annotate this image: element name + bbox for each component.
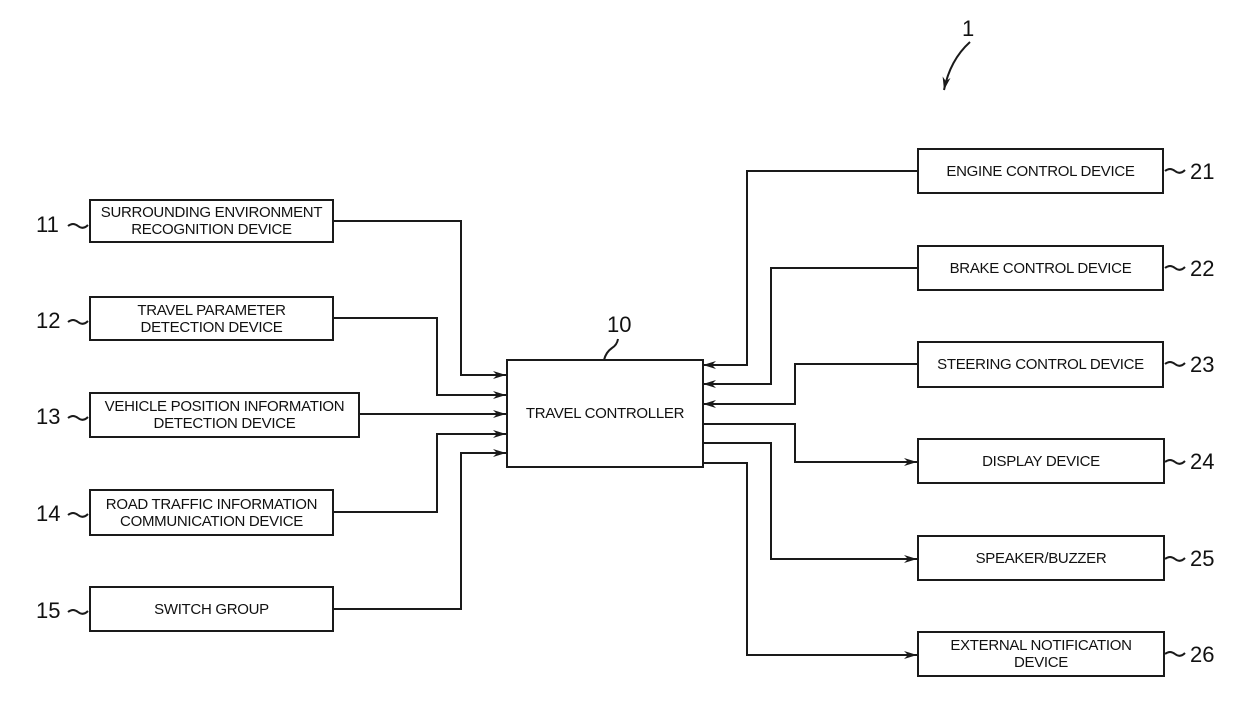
output-ref-21: 21 <box>1190 159 1215 184</box>
leader-24 <box>1164 459 1186 465</box>
leader-23 <box>1164 361 1186 367</box>
output-ref-25: 25 <box>1190 546 1215 571</box>
leader-26 <box>1164 651 1186 657</box>
leader-21 <box>1164 168 1186 174</box>
engine-control-device-block: ENGINE CONTROL DEVICE <box>917 148 1164 194</box>
travel-parameter-detection-device-block: TRAVEL PARAMETER DETECTION DEVICE <box>89 296 334 341</box>
leader-15 <box>67 609 89 615</box>
output-ref-26: 26 <box>1190 642 1215 667</box>
input-ref-11: 11 <box>36 212 59 237</box>
controller-ref-label: 10 <box>607 312 632 337</box>
brake-control-device-block: BRAKE CONTROL DEVICE <box>917 245 1164 291</box>
figure-ref-label: 1 <box>962 16 975 41</box>
surrounding-environment-recognition-device-block: SURROUNDING ENVIRONMENT RECOGNITION DEVI… <box>89 199 334 243</box>
road-traffic-information-communication-device-block: ROAD TRAFFIC INFORMATION COMMUNICATION D… <box>89 489 334 536</box>
connector-15-to-10 <box>333 449 506 610</box>
output-ref-23: 23 <box>1190 352 1215 377</box>
vehicle-position-information-detection-device-block: VEHICLE POSITION INFORMATION DETECTION D… <box>89 392 360 438</box>
travel-controller-block: TRAVEL CONTROLLER <box>506 359 704 468</box>
leader-14 <box>67 512 89 518</box>
input-ref-15: 15 <box>36 598 61 623</box>
leader-10 <box>603 338 619 361</box>
figure-arrow <box>942 41 971 91</box>
leader-13 <box>67 415 89 421</box>
connector-11-to-10 <box>333 220 506 379</box>
leader-22 <box>1164 265 1186 271</box>
leader-12 <box>67 319 89 325</box>
speaker-buzzer-block: SPEAKER/BUZZER <box>917 535 1165 581</box>
input-ref-12: 12 <box>36 308 61 333</box>
connector-14-to-10 <box>333 430 506 513</box>
external-notification-device-block: EXTERNAL NOTIFICATION DEVICE <box>917 631 1165 677</box>
leader-25 <box>1164 556 1186 562</box>
switch-group-block: SWITCH GROUP <box>89 586 334 632</box>
connector-12-to-10 <box>333 317 506 399</box>
steering-control-device-block: STEERING CONTROL DEVICE <box>917 341 1164 388</box>
leader-11 <box>67 223 89 229</box>
display-device-block: DISPLAY DEVICE <box>917 438 1165 484</box>
input-ref-13: 13 <box>36 404 61 429</box>
input-ref-14: 14 <box>36 501 61 526</box>
output-ref-22: 22 <box>1190 256 1215 281</box>
connector-10-to-25 <box>703 442 917 563</box>
connector-22-to-10 <box>703 267 918 388</box>
output-ref-24: 24 <box>1190 449 1215 474</box>
